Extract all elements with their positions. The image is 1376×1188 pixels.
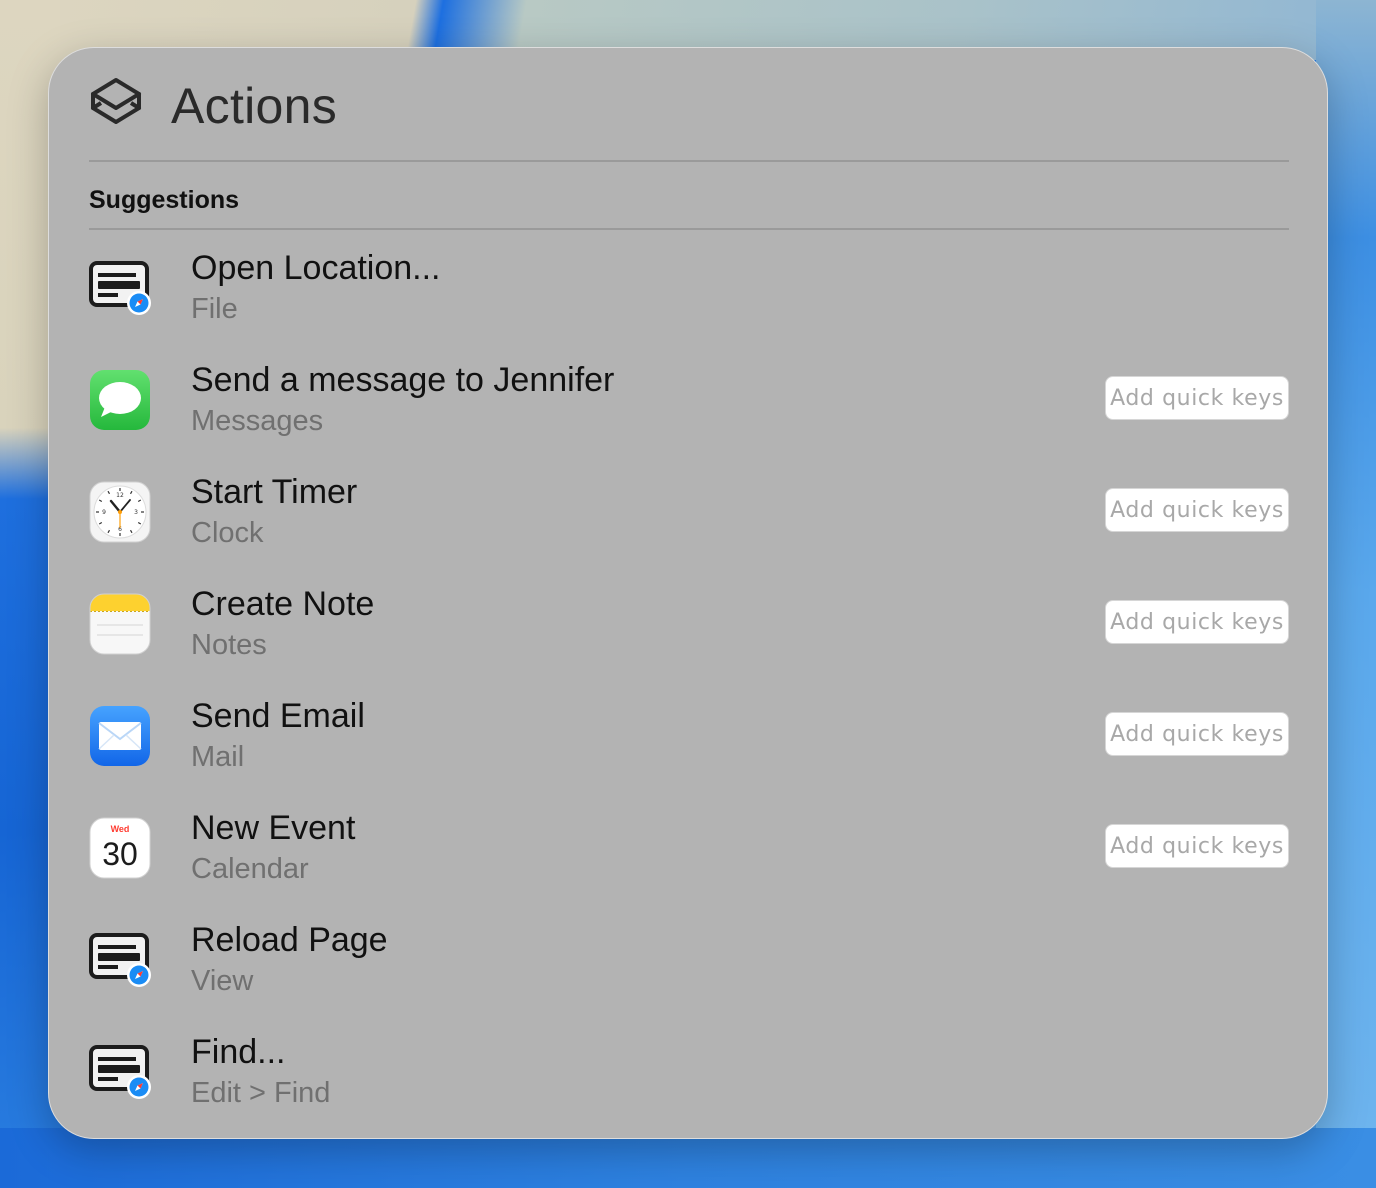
action-row-start-timer[interactable]: 12 3 6 9 Start Timer Clock Add quick key… [49, 459, 1327, 571]
action-title: Find... [191, 1033, 286, 1071]
action-subtitle: Messages [191, 405, 324, 437]
action-title: Open Location... [191, 249, 441, 287]
messages-app-icon [90, 370, 150, 430]
add-quick-keys-button[interactable]: Add quick keys [1105, 712, 1289, 756]
action-row-send-message[interactable]: Send a message to Jennifer Messages Add … [49, 347, 1327, 459]
action-subtitle: View [191, 965, 254, 997]
action-subtitle: Notes [191, 629, 267, 661]
clock-numeral: 12 [116, 492, 124, 499]
clock-numeral: 9 [102, 509, 106, 516]
menu-item-safari-icon [89, 1045, 151, 1099]
action-title: Reload Page [191, 921, 388, 959]
calendar-app-icon: Wed 30 [89, 817, 151, 879]
add-quick-keys-button[interactable]: Add quick keys [1105, 824, 1289, 868]
action-row-create-note[interactable]: Create Note Notes Add quick keys [49, 571, 1327, 683]
panel-title: Actions [171, 78, 338, 134]
action-title: Create Note [191, 585, 375, 623]
calendar-weekday: Wed [111, 824, 130, 834]
action-row-new-event[interactable]: Wed 30 New Event Calendar Add quick keys [49, 795, 1327, 907]
action-row-find[interactable]: Find... Edit > Find [49, 1019, 1327, 1131]
header-divider [89, 160, 1289, 162]
action-row-reload-page[interactable]: Reload Page View [49, 907, 1327, 1019]
action-subtitle: Edit > Find [191, 1077, 331, 1109]
panel-header: Actions [89, 76, 337, 136]
add-quick-keys-button[interactable]: Add quick keys [1105, 600, 1289, 644]
action-title: New Event [191, 809, 356, 847]
section-title: Suggestions [89, 186, 240, 214]
add-quick-keys-button[interactable]: Add quick keys [1105, 488, 1289, 532]
add-quick-keys-button[interactable]: Add quick keys [1105, 376, 1289, 420]
action-title: Send Email [191, 697, 365, 735]
action-subtitle: Mail [191, 741, 245, 773]
action-title: Send a message to Jennifer [191, 361, 615, 399]
action-title: Start Timer [191, 473, 358, 511]
action-subtitle: Clock [191, 517, 264, 549]
section-divider [89, 228, 1289, 230]
mail-app-icon [90, 706, 150, 766]
clock-numeral: 3 [134, 509, 138, 516]
action-subtitle: File [191, 293, 238, 325]
action-row-send-email[interactable]: Send Email Mail Add quick keys [49, 683, 1327, 795]
calendar-day: 30 [102, 836, 138, 872]
suggestions-list: Open Location... File Send a message to … [49, 235, 1327, 1131]
menu-item-safari-icon [89, 933, 151, 987]
clock-app-icon: 12 3 6 9 [89, 481, 151, 543]
menu-item-safari-icon [89, 261, 151, 315]
actions-panel: Actions Suggestions Open Location... Fil… [48, 47, 1328, 1139]
shortcuts-logo-icon [91, 78, 141, 124]
action-subtitle: Calendar [191, 853, 309, 885]
action-row-open-location[interactable]: Open Location... File [49, 235, 1327, 347]
notes-app-icon [89, 593, 151, 655]
